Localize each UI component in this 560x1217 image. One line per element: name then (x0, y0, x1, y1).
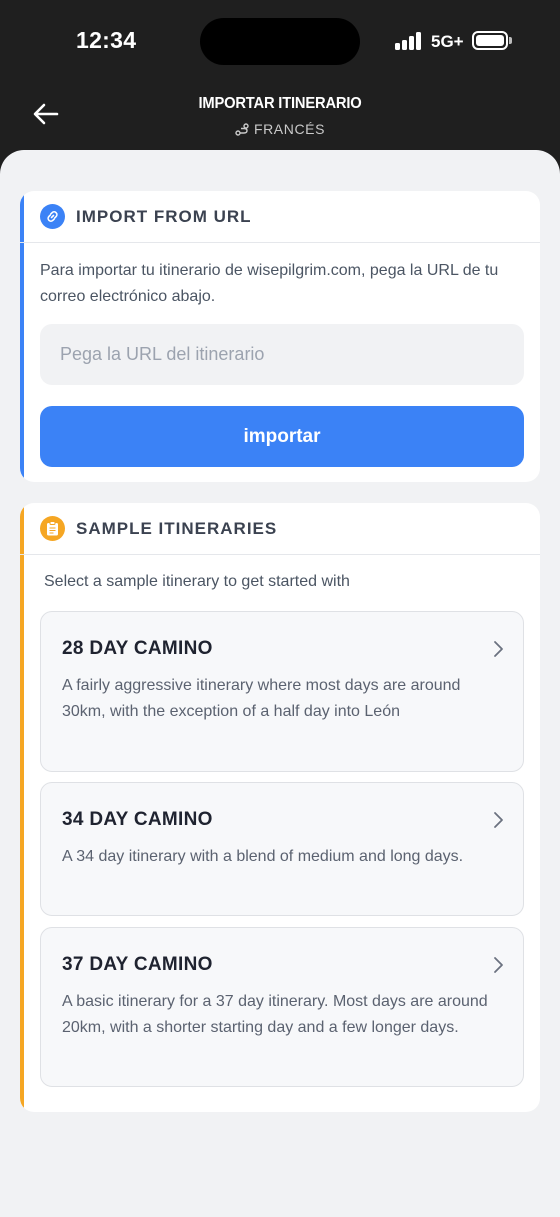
import-description: Para importar tu itinerario de wisepilgr… (40, 262, 499, 305)
import-button[interactable]: importar (40, 406, 524, 467)
itinerary-item[interactable]: 34 DAY CAMINO A 34 day itinerary with a … (40, 782, 524, 916)
card-header: IMPORT FROM URL (20, 191, 540, 243)
content-sheet: IMPORT FROM URL Para importar tu itinera… (0, 150, 560, 1217)
card-title: IMPORT FROM URL (76, 206, 252, 226)
chevron-right-icon (494, 812, 503, 828)
itinerary-title: 28 DAY CAMINO (62, 638, 213, 659)
signal-icon (395, 32, 425, 50)
itinerary-title: 34 DAY CAMINO (62, 809, 213, 830)
route-subtitle: FRANCÉS (0, 121, 560, 137)
battery-cap (509, 37, 512, 44)
route-name: FRANCÉS (253, 121, 326, 137)
card-accent-bar (20, 503, 24, 1112)
itinerary-description: A fairly aggressive itinerary where most… (62, 677, 461, 720)
import-url-card: IMPORT FROM URL Para importar tu itinera… (20, 191, 540, 482)
route-icon (235, 122, 249, 136)
link-icon (40, 204, 65, 229)
page-title: IMPORTAR ITINERARIO (198, 95, 362, 112)
sample-itineraries-card: SAMPLE ITINERARIES Select a sample itine… (20, 503, 540, 1112)
network-label: 5G+ (431, 32, 464, 51)
card-header: SAMPLE ITINERARIES (20, 503, 540, 555)
sample-intro: Select a sample itinerary to get started… (44, 573, 350, 590)
status-bar: 12:34 5G+ (0, 0, 560, 84)
chevron-right-icon (494, 641, 503, 657)
itinerary-item[interactable]: 37 DAY CAMINO A basic itinerary for a 37… (40, 927, 524, 1087)
itinerary-title: 37 DAY CAMINO (62, 954, 213, 975)
dynamic-island (200, 18, 360, 65)
status-time: 12:34 (76, 27, 137, 53)
itinerary-item[interactable]: 28 DAY CAMINO A fairly aggressive itiner… (40, 611, 524, 772)
itinerary-description: A 34 day itinerary with a blend of mediu… (62, 848, 464, 865)
card-title: SAMPLE ITINERARIES (76, 518, 278, 538)
clipboard-icon (40, 516, 65, 541)
battery-icon (472, 31, 508, 50)
itinerary-description: A basic itinerary for a 37 day itinerary… (62, 993, 488, 1036)
chevron-right-icon (494, 957, 503, 973)
url-input[interactable] (40, 324, 524, 385)
